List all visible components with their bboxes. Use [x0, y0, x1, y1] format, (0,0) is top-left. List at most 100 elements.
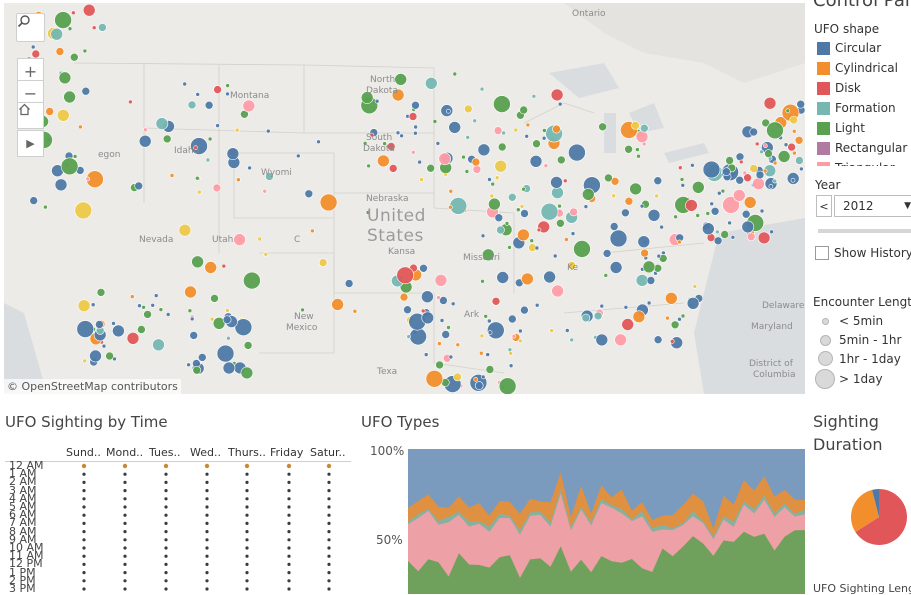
sighting-marker [635, 274, 649, 287]
legend-label: Circular [835, 41, 882, 55]
sighting-marker [583, 204, 589, 209]
sighting-marker [31, 49, 41, 59]
sighting-marker [795, 156, 804, 165]
sighting-marker [50, 27, 64, 41]
sighting-marker [82, 358, 87, 364]
legend-item-formation[interactable]: Formation [817, 100, 896, 116]
sighting-marker [67, 26, 73, 32]
map-search-button[interactable] [16, 13, 45, 42]
sighting-marker [496, 225, 505, 235]
sighting-marker [519, 105, 529, 115]
sighting-marker [507, 193, 517, 202]
day-header[interactable]: Satur.. [310, 446, 346, 459]
sighting-marker [344, 279, 354, 288]
time-dot [82, 562, 86, 566]
sighting-marker [710, 207, 720, 216]
sighting-marker [366, 163, 371, 169]
legend-label: Disk [835, 81, 861, 95]
time-dot [287, 472, 291, 476]
day-header[interactable]: Thurs.. [228, 446, 266, 459]
pan-button[interactable]: ▶ [17, 130, 44, 157]
sighting-marker [186, 362, 191, 368]
sighting-marker [685, 199, 698, 212]
time-dot [245, 521, 249, 525]
sighting-marker [494, 175, 500, 180]
sighting-marker [96, 288, 106, 297]
time-dot [327, 530, 331, 534]
map-attribution[interactable]: © OpenStreetMap contributors [4, 379, 181, 394]
sighting-marker [695, 213, 701, 218]
sighting-marker [581, 313, 591, 323]
time-dot [287, 505, 291, 509]
time-dot [82, 538, 86, 542]
sighting-marker [55, 47, 65, 56]
sighting-marker [602, 249, 612, 258]
legend-item-rectangular[interactable]: Rectangular [817, 140, 907, 156]
time-dot [205, 530, 209, 534]
time-dot [205, 538, 209, 542]
time-dot [287, 579, 291, 583]
map-label-oregon: egon [98, 150, 121, 160]
sighting-marker [265, 128, 271, 134]
time-dot [287, 513, 291, 517]
sighting-marker [216, 344, 235, 363]
sighting-marker [642, 260, 656, 274]
sighting-marker [29, 196, 39, 205]
sighting-marker [624, 145, 633, 154]
legend-item-cylindrical[interactable]: Cylindrical [817, 60, 898, 76]
sighting-marker [448, 121, 462, 134]
sighting-marker [713, 236, 723, 246]
sighting-marker [262, 188, 268, 194]
day-header[interactable]: Mond.. [106, 446, 143, 459]
sighting-marker [777, 150, 791, 163]
map-label-new-mexico-2: Mexico [286, 323, 318, 333]
types-area-chart[interactable] [408, 449, 805, 594]
day-header[interactable]: Sund.. [66, 446, 101, 459]
day-header[interactable]: Friday [270, 446, 303, 459]
sighting-marker [82, 3, 96, 17]
sighting-marker [394, 73, 408, 86]
day-header[interactable]: Tues.. [149, 446, 181, 459]
time-dot-matrix[interactable] [0, 461, 355, 594]
time-dot [205, 497, 209, 501]
y-tick-50: 50% [376, 533, 403, 547]
sighting-marker [155, 117, 169, 130]
sighting-marker [785, 108, 791, 114]
sighting-marker [225, 308, 230, 313]
sighting-marker [95, 320, 104, 329]
types-chart-title: UFO Types [361, 413, 440, 431]
time-dot [245, 538, 249, 542]
sighting-marker [562, 178, 568, 184]
show-history-checkbox[interactable] [815, 246, 829, 260]
legend-label: Rectangular [835, 141, 908, 155]
sighting-marker [76, 320, 95, 338]
sighting-marker [90, 302, 96, 308]
duration-pie[interactable] [850, 488, 908, 546]
sighting-marker [438, 152, 452, 166]
sighting-marker [520, 305, 529, 315]
year-dropdown[interactable]: 2012 ▼ [834, 195, 911, 217]
year-prev-button[interactable]: < [816, 195, 832, 217]
year-slider[interactable] [818, 229, 911, 233]
day-header[interactable]: Wed.. [190, 446, 221, 459]
map-view[interactable]: Ontario Montana North Dakota South Dakot… [4, 3, 805, 394]
legend-item-triangular[interactable]: Triangular [817, 160, 895, 166]
legend-item-circular[interactable]: Circular [817, 40, 881, 56]
sighting-marker [471, 157, 481, 167]
home-button[interactable] [17, 102, 44, 129]
time-dot [164, 554, 168, 558]
sighting-marker [72, 154, 78, 159]
sighting-marker [494, 159, 508, 173]
map-label-kansas: Kansa [388, 247, 416, 257]
sighting-marker [568, 143, 586, 162]
sighting-marker [493, 126, 503, 135]
time-dot [123, 472, 127, 476]
legend-item-disk[interactable]: Disk [817, 80, 861, 96]
sighting-marker [204, 100, 214, 110]
sighting-marker [377, 154, 390, 168]
time-dot [164, 497, 168, 501]
legend-item-light[interactable]: Light [817, 120, 865, 136]
sighting-marker [150, 302, 155, 308]
time-dot [287, 538, 291, 542]
sighting-marker [541, 135, 547, 141]
